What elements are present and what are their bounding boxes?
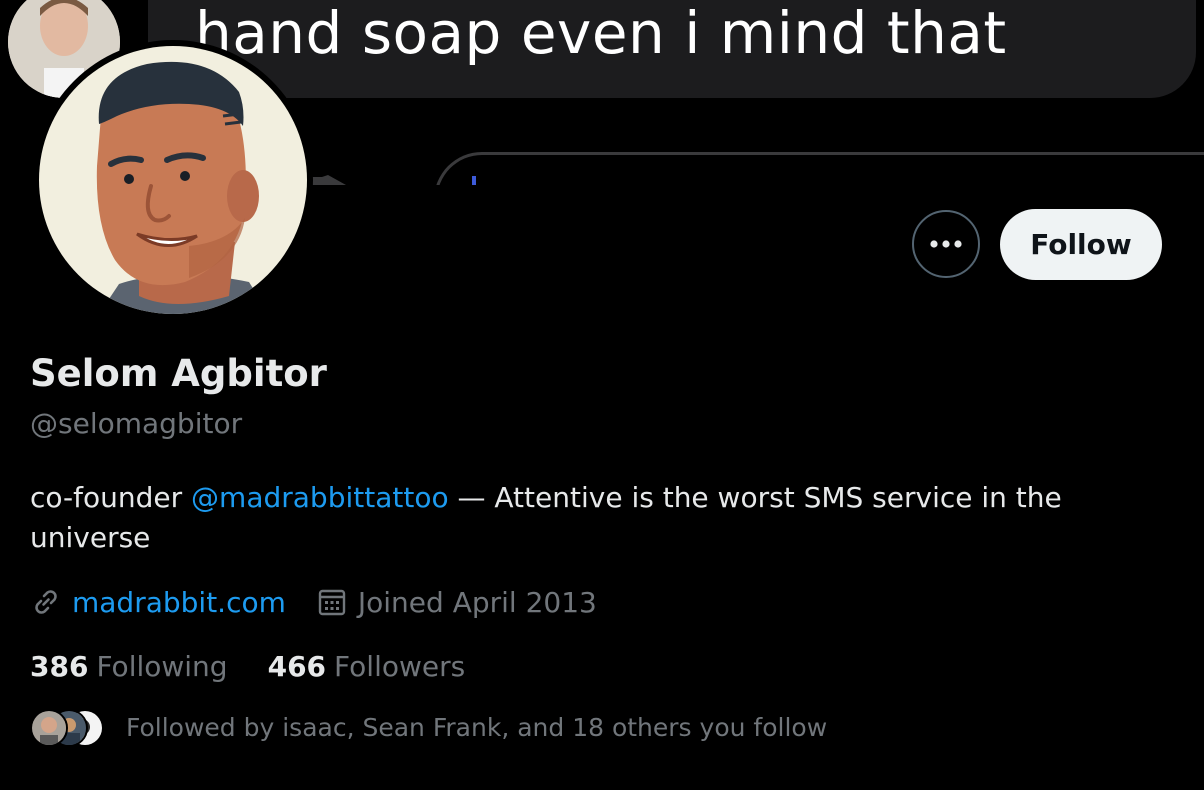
following-label: Following <box>96 649 228 683</box>
profile-page: hand soap even i mind that Follow Selom … <box>0 0 1204 790</box>
joined-text: Joined April 2013 <box>357 585 597 619</box>
joined-date: Joined April 2013 <box>316 586 597 619</box>
user-handle: @selomagbitor <box>30 407 243 440</box>
calendar-icon <box>318 589 346 616</box>
bio-text-prefix: co-founder <box>30 481 192 514</box>
chat-card-outline <box>434 152 1204 185</box>
profile-avatar[interactable] <box>33 40 313 320</box>
followed-by-text[interactable]: Followed by isaac, Sean Frank, and 18 ot… <box>126 713 827 742</box>
website-link[interactable]: madrabbit.com <box>72 586 286 619</box>
mutual-avatar <box>30 709 68 747</box>
chat-message-text: hand soap even i mind that <box>195 0 1007 67</box>
follow-stats: 386 Following 466 Followers <box>30 646 465 686</box>
banner-fragment-dot <box>472 176 476 185</box>
more-options-icon <box>930 240 962 248</box>
followers-you-know[interactable]: Followed by isaac, Sean Frank, and 18 ot… <box>30 704 827 750</box>
follow-button[interactable]: Follow <box>1000 209 1162 280</box>
followers-count: 466 <box>267 649 327 683</box>
followers-stat-link[interactable]: 466 Followers <box>268 650 466 683</box>
link-icon <box>35 590 57 614</box>
display-name: Selom Agbitor <box>30 352 327 395</box>
bio-mention-link[interactable]: @madrabbittattoo <box>191 481 449 514</box>
following-stat-link[interactable]: 386 Following <box>30 650 228 683</box>
followers-label: Followers <box>334 649 466 683</box>
more-options-button[interactable] <box>912 210 980 278</box>
banner-fragment-shape <box>312 175 346 185</box>
profile-meta: madrabbit.com Joined April 2013 <box>30 582 597 622</box>
following-count: 386 <box>30 649 89 683</box>
profile-bio: co-founder @madrabbittattoo — Attentive … <box>30 478 1150 558</box>
mutual-avatars <box>30 707 104 747</box>
